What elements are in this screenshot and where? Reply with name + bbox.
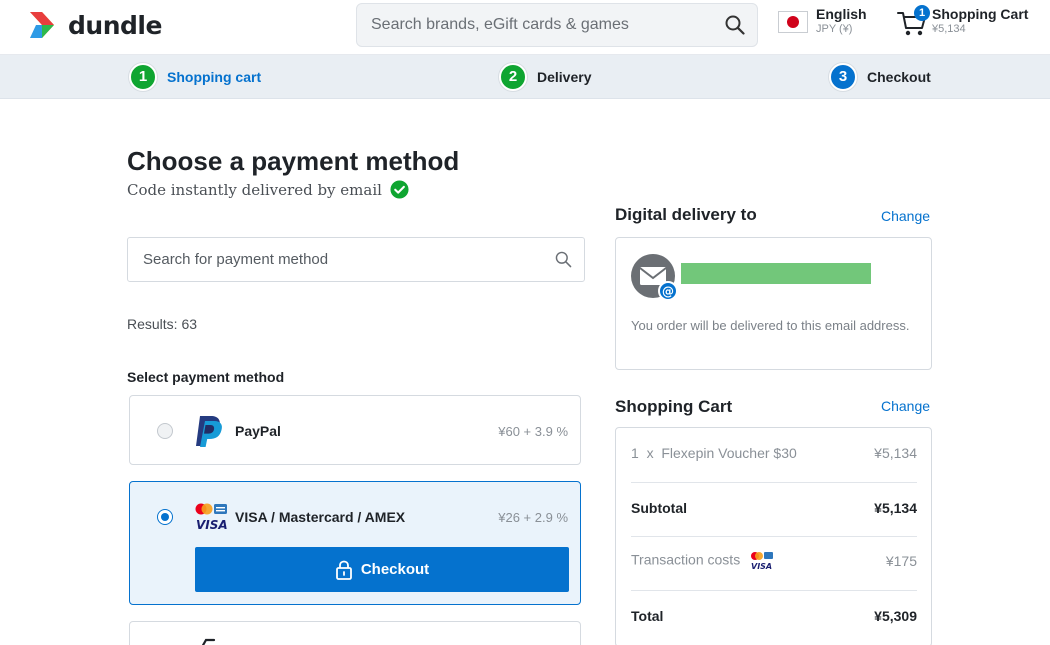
method-name: VISA / Mastercard / AMEX — [235, 509, 406, 525]
method-name: PayPal — [235, 423, 281, 439]
svg-text:VISA: VISA — [196, 518, 228, 532]
step-delivery[interactable]: 2 Delivery — [499, 63, 591, 91]
credit-cards-mini-icon: VISA — [751, 552, 774, 571]
item-price: ¥5,134 — [874, 445, 917, 461]
total-value: ¥5,309 — [874, 608, 917, 624]
step-shopping-cart[interactable]: 1 Shopping cart — [129, 63, 261, 91]
cart-item-row: 1 x Flexepin Voucher $30 ¥5,134 — [631, 445, 917, 461]
cart-summary: 1 x Flexepin Voucher $30 ¥5,134 Subtotal… — [615, 427, 932, 645]
cards-radio[interactable] — [157, 509, 173, 525]
payment-method-item[interactable] — [129, 621, 581, 645]
cart-amount: ¥5,134 — [932, 23, 966, 35]
japan-flag-icon — [778, 11, 808, 33]
cart-title: Shopping Cart — [615, 397, 733, 416]
total-label: Total — [631, 608, 664, 624]
step-label: Checkout — [867, 69, 931, 85]
subtotal-row: Subtotal ¥5,134 — [631, 500, 917, 516]
check-circle-icon — [390, 180, 409, 199]
subtotal-value: ¥5,134 — [874, 500, 917, 516]
delivery-title: Digital delivery to — [615, 205, 757, 224]
search-icon[interactable] — [555, 251, 572, 268]
step-number: 1 — [129, 63, 157, 91]
step-label: Delivery — [537, 69, 592, 85]
paypal-logo-icon — [196, 416, 222, 447]
transaction-row: Transaction costs VISA ¥175 — [631, 551, 917, 571]
header: dundle English JPY (¥) 1 Shopping Cart ¥… — [0, 0, 1050, 55]
email-at-icon: @ — [631, 254, 678, 301]
step-checkout: 3 Checkout — [829, 63, 931, 91]
language-selector[interactable]: English JPY (¥) — [778, 7, 867, 37]
transaction-label: Transaction costs — [631, 551, 741, 568]
subtitle-text: Code instantly delivered by email — [127, 180, 382, 199]
item-name: Flexepin Voucher $30 — [661, 445, 797, 461]
logo[interactable]: dundle — [28, 10, 162, 40]
payment-search-input[interactable] — [143, 238, 543, 281]
step-number: 2 — [499, 63, 527, 91]
credit-cards-logo-icon: VISA — [195, 503, 228, 532]
header-cart[interactable]: 1 Shopping Cart ¥5,134 — [896, 5, 1029, 38]
logo-text: dundle — [68, 10, 162, 40]
payment-logo-icon — [201, 638, 216, 645]
paypal-radio[interactable] — [157, 423, 173, 439]
checkout-steps: 1 Shopping cart 2 Delivery 3 Checkout — [0, 55, 1050, 99]
payment-method-paypal[interactable]: PayPal ¥60 + 3.9 % — [129, 395, 581, 465]
method-fee: ¥60 + 3.9 % — [498, 424, 568, 439]
payment-method-cards[interactable]: VISA VISA / Mastercard / AMEX ¥26 + 2.9 … — [129, 481, 581, 605]
payment-search — [127, 237, 585, 282]
delivery-note: You order will be delivered to this emai… — [631, 318, 910, 333]
cart-label: Shopping Cart — [932, 6, 1029, 22]
delivery-subtitle: Code instantly delivered by email — [127, 180, 409, 199]
language-name: English — [816, 6, 867, 22]
page-title: Choose a payment method — [127, 146, 460, 176]
cart-item: 1 x Flexepin Voucher $30 — [631, 445, 797, 461]
method-fee: ¥26 + 2.9 % — [498, 510, 568, 525]
select-payment-label: Select payment method — [127, 369, 285, 385]
item-multiplier: x — [646, 445, 654, 461]
svg-text:@: @ — [662, 285, 674, 299]
item-qty: 1 — [631, 445, 639, 461]
cart-count-badge: 1 — [914, 5, 930, 21]
site-search — [356, 3, 758, 47]
redacted-email — [681, 263, 871, 284]
transaction-value: ¥175 — [885, 553, 917, 569]
svg-text:VISA: VISA — [751, 562, 772, 571]
cart-change-link[interactable]: Change — [881, 398, 930, 414]
total-row: Total ¥5,309 — [631, 608, 917, 624]
currency-label: JPY (¥) — [816, 23, 853, 35]
subtotal-label: Subtotal — [631, 500, 687, 516]
dundle-logo-icon — [30, 12, 54, 38]
site-search-input[interactable] — [371, 4, 711, 46]
step-number: 3 — [829, 63, 857, 91]
search-icon[interactable] — [725, 15, 745, 35]
divider — [631, 536, 917, 537]
divider — [631, 590, 917, 591]
results-count: Results: 63 — [127, 316, 198, 332]
delivery-change-link[interactable]: Change — [881, 208, 930, 224]
lock-icon — [335, 560, 352, 580]
divider — [631, 482, 917, 483]
transaction-label-wrap: Transaction costs VISA — [631, 551, 774, 571]
checkout-button[interactable]: Checkout — [195, 547, 569, 592]
step-label: Shopping cart — [167, 69, 262, 85]
checkout-label: Checkout — [360, 561, 430, 578]
delivery-box: @ You order will be delivered to this em… — [615, 237, 932, 370]
